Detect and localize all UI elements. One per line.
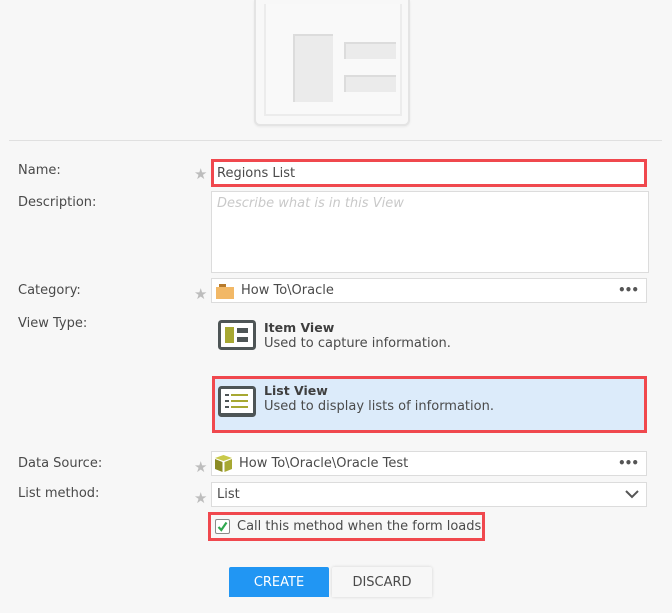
required-star-icon: ★ bbox=[194, 285, 208, 303]
required-star-icon: ★ bbox=[194, 489, 208, 507]
call-on-load-checkbox[interactable] bbox=[215, 519, 230, 534]
create-button[interactable]: CREATE bbox=[229, 567, 329, 597]
item-view-title: Item View bbox=[264, 320, 335, 335]
data-source-value: How To\Oracle\Oracle Test bbox=[239, 456, 409, 471]
item-view-illustration-icon bbox=[264, 4, 402, 116]
description-placeholder: Describe what is in this View bbox=[217, 196, 404, 211]
data-source-picker[interactable]: How To\Oracle\Oracle Test ••• bbox=[211, 451, 647, 476]
illustration-line-block bbox=[344, 75, 396, 92]
category-label: Category: bbox=[18, 283, 81, 298]
view-illustration bbox=[254, 0, 410, 126]
ellipsis-icon[interactable]: ••• bbox=[618, 456, 639, 470]
list-view-icon bbox=[218, 386, 256, 417]
checkmark-icon bbox=[217, 521, 228, 532]
list-view-title: List View bbox=[264, 383, 328, 398]
name-value: Regions List bbox=[217, 165, 296, 181]
name-input[interactable]: Regions List bbox=[211, 159, 647, 187]
data-source-label: Data Source: bbox=[18, 456, 103, 471]
view-type-label: View Type: bbox=[18, 316, 88, 331]
discard-button[interactable]: DISCARD bbox=[332, 567, 432, 597]
item-view-description: Used to capture information. bbox=[264, 336, 451, 351]
chevron-down-icon bbox=[624, 486, 640, 506]
list-method-value: List bbox=[217, 487, 240, 502]
ellipsis-icon[interactable]: ••• bbox=[618, 283, 639, 297]
list-method-select[interactable]: List bbox=[211, 482, 647, 507]
separator bbox=[9, 140, 662, 141]
description-label: Description: bbox=[18, 195, 97, 210]
smartobject-box-icon bbox=[215, 455, 232, 472]
view-type-option-item-view[interactable]: Item View Used to capture information. bbox=[212, 314, 647, 357]
required-star-icon: ★ bbox=[194, 458, 208, 476]
view-type-option-list-view[interactable]: List View Used to display lists of infor… bbox=[212, 376, 647, 433]
illustration-image-block bbox=[293, 34, 333, 102]
item-view-icon bbox=[218, 320, 256, 350]
category-picker[interactable]: How To\Oracle ••• bbox=[211, 278, 647, 303]
list-view-description: Used to display lists of information. bbox=[264, 399, 494, 414]
call-on-load-option[interactable]: Call this method when the form loads bbox=[208, 512, 485, 541]
description-textarea[interactable]: Describe what is in this View bbox=[211, 191, 649, 273]
name-label: Name: bbox=[18, 163, 61, 178]
illustration-line-block bbox=[344, 42, 396, 59]
list-method-label: List method: bbox=[18, 486, 100, 501]
call-on-load-label: Call this method when the form loads bbox=[237, 519, 482, 534]
required-star-icon: ★ bbox=[194, 165, 208, 183]
category-value: How To\Oracle bbox=[241, 283, 334, 298]
folder-icon bbox=[216, 283, 234, 299]
